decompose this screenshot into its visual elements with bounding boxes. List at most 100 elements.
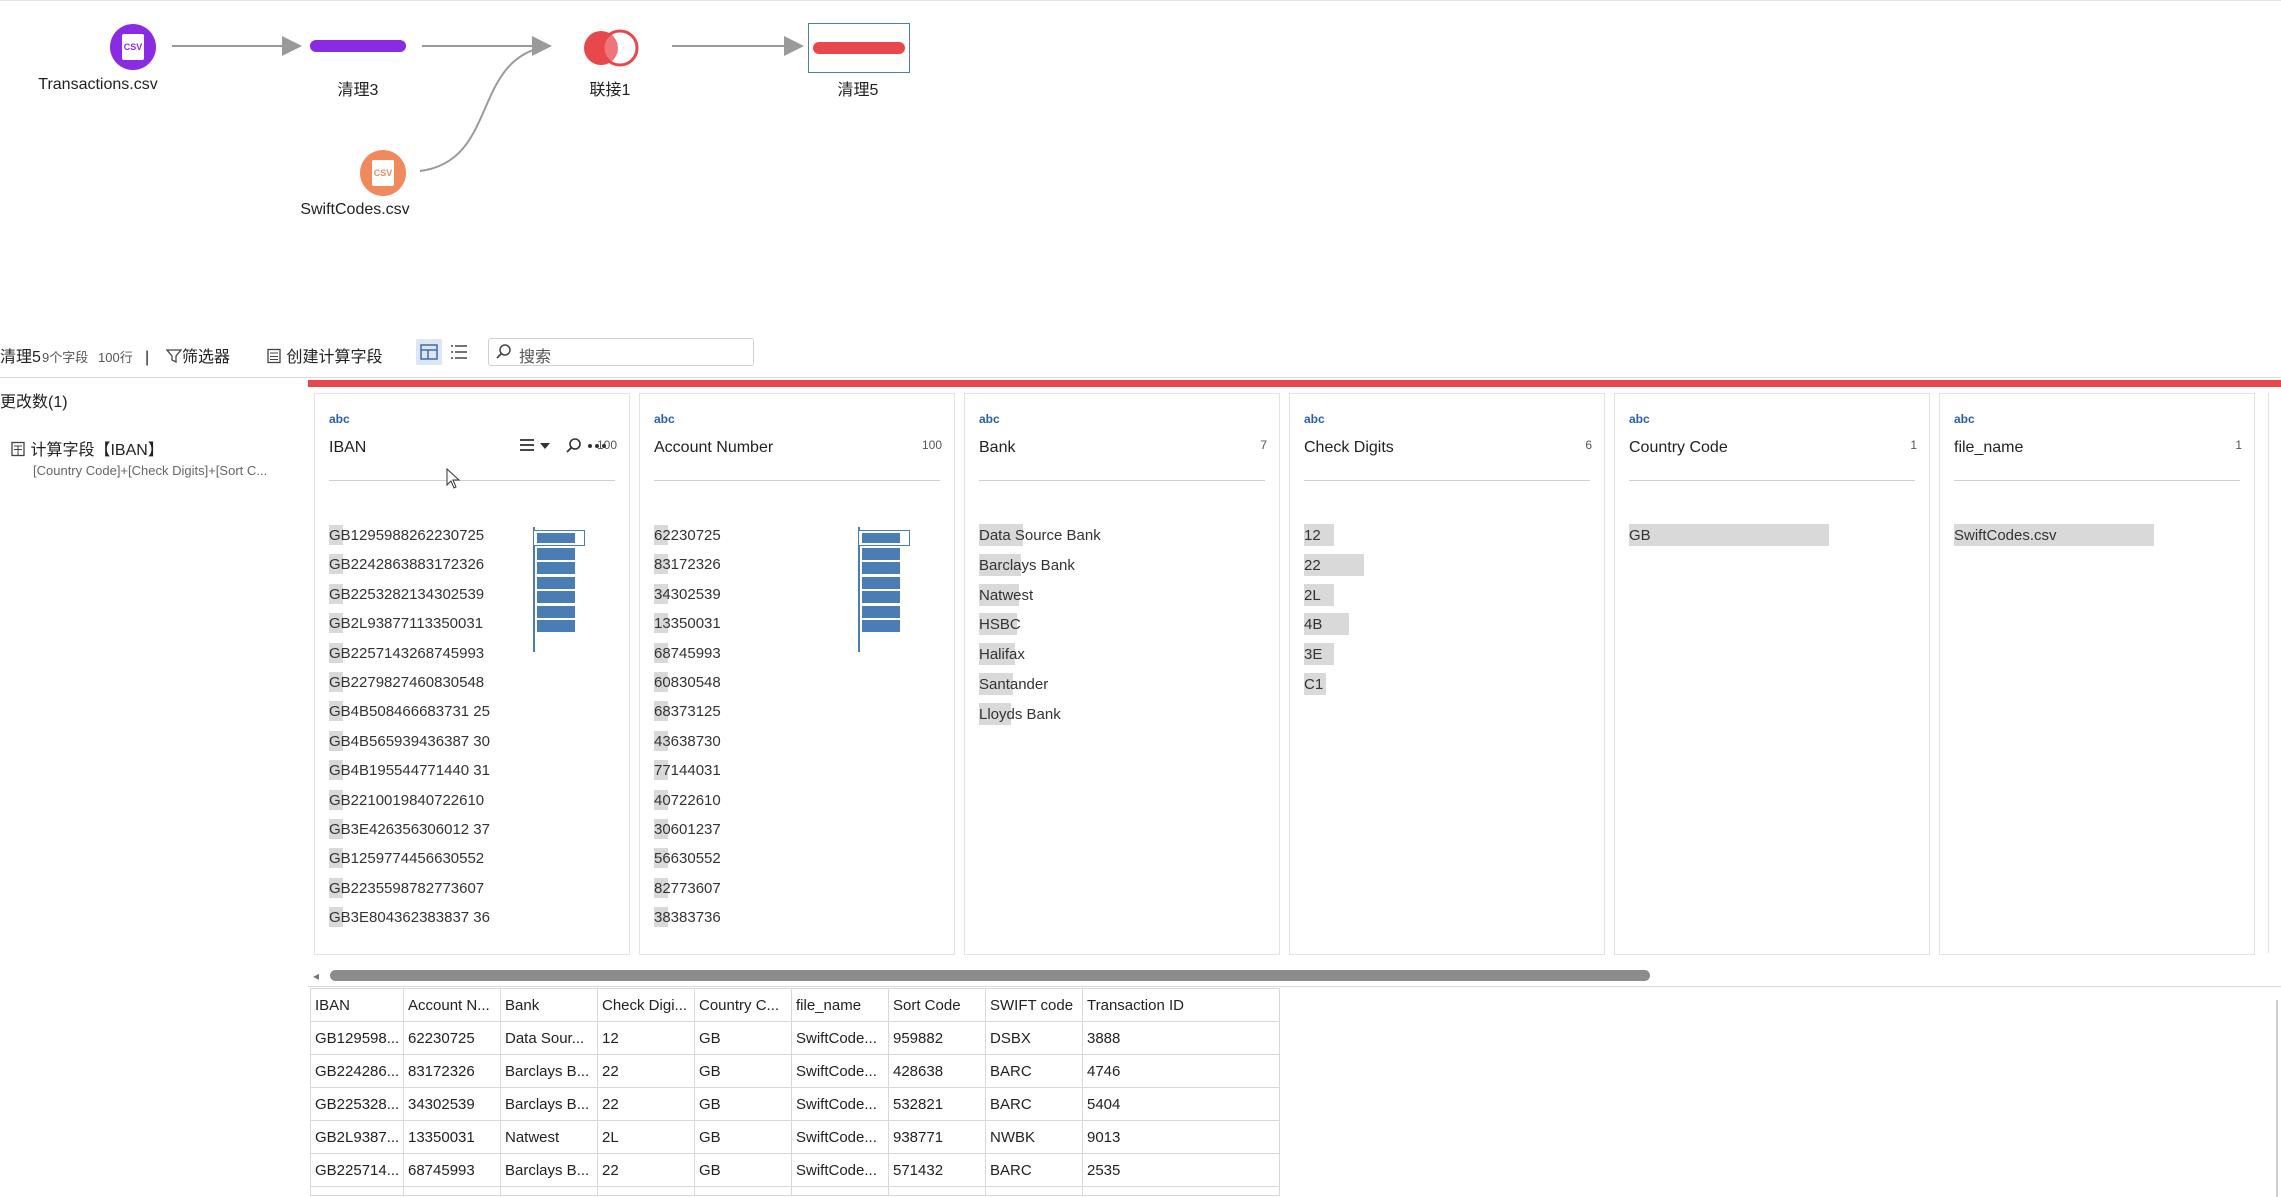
- list-view-toggle[interactable]: [446, 339, 472, 365]
- string-type-icon: abc: [979, 412, 1000, 426]
- horizontal-scrollbar-thumb[interactable]: [330, 970, 1650, 981]
- value-label[interactable]: 82773607: [654, 880, 721, 897]
- value-label[interactable]: GB1259774456630552: [329, 850, 484, 867]
- value-label[interactable]: Barclays Bank: [979, 557, 1075, 574]
- value-label[interactable]: GB2235598782773607: [329, 880, 484, 897]
- value-label[interactable]: 22: [1304, 557, 1321, 574]
- profile-card-3[interactable]: abc Check Digits 6 12 22 2L 4B 3E C1: [1289, 393, 1605, 955]
- value-label[interactable]: Lloyds Bank: [979, 706, 1061, 723]
- vertical-scrollbar[interactable]: [2276, 1000, 2278, 1197]
- value-label[interactable]: 34302539: [654, 586, 721, 603]
- value-label[interactable]: 30601237: [654, 821, 721, 838]
- search-box[interactable]: 搜索: [488, 338, 754, 366]
- value-label[interactable]: GB2L93877113350031: [329, 615, 483, 632]
- histogram-bin[interactable]: [537, 533, 575, 543]
- table-cell: GB2L9387...: [310, 1120, 404, 1154]
- table-row[interactable]: GB224286... 83172326 Barclays B... 22 GB Swif…: [310, 1054, 1280, 1088]
- grid-column-header[interactable]: Account N...: [403, 988, 501, 1022]
- value-label[interactable]: 43638730: [654, 733, 721, 750]
- value-label[interactable]: 13350031: [654, 615, 721, 632]
- table-row[interactable]: GB2L9387... 13350031 Natwest 2L GB SwiftCode.…: [310, 1120, 1280, 1154]
- table-row[interactable]: GB225714... 68745993 Barclays B... 22 GB Swif…: [310, 1153, 1280, 1187]
- histogram-bin[interactable]: [537, 605, 575, 618]
- card-header-divider: [654, 480, 940, 481]
- value-label[interactable]: 83172326: [654, 556, 721, 573]
- value-label[interactable]: 2L: [1304, 587, 1321, 604]
- profile-card-2[interactable]: abc Bank 7 Data Source Bank Barclays Bank Nat…: [964, 393, 1280, 955]
- value-label[interactable]: 12: [1304, 527, 1321, 544]
- profile-card-1[interactable]: abc Account Number 100 62230725 83172326 3430…: [639, 393, 955, 955]
- value-label[interactable]: GB3E804362383837 36: [329, 909, 490, 926]
- value-label[interactable]: HSBC: [979, 616, 1021, 633]
- profile-card-0[interactable]: abc IBAN 100 GB1295988262230725 GB2242863883…: [314, 393, 630, 955]
- histogram-bin[interactable]: [862, 591, 900, 603]
- profile-card-5[interactable]: abc file_name 1 SwiftCodes.csv: [1939, 393, 2255, 955]
- transactions-csv-node[interactable]: CSV: [110, 24, 156, 70]
- value-label[interactable]: 60830548: [654, 674, 721, 691]
- swiftcodes-csv-node[interactable]: CSV: [360, 150, 406, 196]
- table-row[interactable]: GB129598... 62230725 Data Sour... 12 GB Swift…: [310, 1021, 1280, 1055]
- histogram-bin[interactable]: [862, 562, 900, 574]
- histogram-bin[interactable]: [862, 576, 900, 589]
- value-label[interactable]: 62230725: [654, 527, 721, 544]
- profile-view-toggle[interactable]: [416, 339, 442, 365]
- calculator-icon: [267, 348, 281, 364]
- value-label[interactable]: GB3E426356306012 37: [329, 821, 490, 838]
- value-label[interactable]: 56630552: [654, 850, 721, 867]
- value-label[interactable]: 40722610: [654, 792, 721, 809]
- grid-column-header[interactable]: Transaction ID: [1082, 988, 1280, 1022]
- histogram-bin[interactable]: [537, 576, 575, 589]
- grid-column-header[interactable]: SWIFT code: [985, 988, 1083, 1022]
- clean5-node-selection[interactable]: [808, 23, 910, 73]
- value-label[interactable]: 68745993: [654, 645, 721, 662]
- grid-column-header[interactable]: Sort Code: [888, 988, 986, 1022]
- value-label[interactable]: SwiftCodes.csv: [1954, 527, 2057, 544]
- value-label[interactable]: GB1295988262230725: [329, 527, 484, 544]
- histogram-bin[interactable]: [862, 620, 900, 632]
- create-calculated-field-button[interactable]: 创建计算字段: [266, 336, 382, 380]
- value-label[interactable]: GB4B195544771440 31: [329, 762, 490, 779]
- grid-column-header[interactable]: IBAN: [310, 988, 404, 1022]
- search-icon[interactable]: [564, 436, 584, 456]
- value-label[interactable]: Halifax: [979, 646, 1025, 663]
- histogram-bin[interactable]: [537, 620, 575, 632]
- value-label[interactable]: GB: [1629, 527, 1651, 544]
- value-label[interactable]: GB2210019840722610: [329, 792, 484, 809]
- chevron-down-icon[interactable]: [538, 436, 552, 456]
- value-label[interactable]: 68373125: [654, 703, 721, 720]
- more-options-icon[interactable]: [586, 436, 610, 456]
- value-label[interactable]: Data Source Bank: [979, 527, 1101, 544]
- scroll-left-arrow-icon[interactable]: ◂: [313, 969, 319, 983]
- value-bar[interactable]: [1629, 524, 1829, 546]
- grid-column-header[interactable]: Country C...: [694, 988, 792, 1022]
- histogram-bin[interactable]: [862, 533, 900, 543]
- value-label[interactable]: 38383736: [654, 909, 721, 926]
- value-label[interactable]: GB4B508466683731 25: [329, 703, 490, 720]
- sort-icon[interactable]: [518, 436, 538, 456]
- value-label[interactable]: 77144031: [654, 762, 721, 779]
- histogram-bin[interactable]: [537, 591, 575, 603]
- value-label[interactable]: GB2253282134302539: [329, 586, 484, 603]
- change-item-calculated-field[interactable]: 计算字段【IBAN】: [10, 436, 164, 460]
- value-label[interactable]: C1: [1304, 676, 1323, 693]
- value-label[interactable]: Natwest: [979, 587, 1033, 604]
- profile-card-4[interactable]: abc Country Code 1 GB: [1614, 393, 1930, 955]
- value-label[interactable]: GB2242863883172326: [329, 556, 484, 573]
- value-label[interactable]: Santander: [979, 676, 1048, 693]
- histogram-bin[interactable]: [862, 547, 900, 560]
- filter-button[interactable]: 筛选器: [165, 336, 230, 380]
- histogram-bin[interactable]: [862, 605, 900, 618]
- join1-node[interactable]: [582, 28, 642, 68]
- grid-column-header[interactable]: Bank: [500, 988, 598, 1022]
- value-label[interactable]: 4B: [1304, 616, 1322, 633]
- value-label[interactable]: GB2279827460830548: [329, 674, 484, 691]
- grid-column-header[interactable]: Check Digi...: [597, 988, 695, 1022]
- value-label[interactable]: 3E: [1304, 646, 1322, 663]
- value-label[interactable]: GB2257143268745993: [329, 645, 484, 662]
- grid-column-header[interactable]: file_name: [791, 988, 889, 1022]
- clean3-node[interactable]: [310, 40, 406, 52]
- histogram-bin[interactable]: [537, 562, 575, 574]
- histogram-bin[interactable]: [537, 547, 575, 560]
- table-row[interactable]: GB225328... 34302539 Barclays B... 22 GB Swif…: [310, 1087, 1280, 1121]
- value-label[interactable]: GB4B565939436387 30: [329, 733, 490, 750]
